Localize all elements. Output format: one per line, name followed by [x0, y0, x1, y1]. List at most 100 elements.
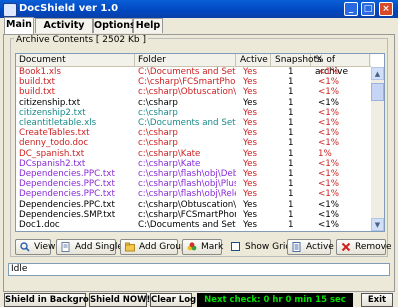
remove-button[interactable]: Remove: [336, 239, 392, 255]
cell-snapshots: 1: [288, 77, 294, 88]
scroll-up-icon[interactable]: ▲: [371, 67, 384, 80]
archive-list-header: Document Folder Active Snapshots% of archiv…: [16, 54, 371, 77]
table-row[interactable]: Dependencies.PPC.txt c:\csharp\flash\obj\…: [16, 189, 371, 199]
add-single-button[interactable]: Add Single: [56, 239, 123, 255]
table-row[interactable]: denny_todo.doc c:\csharp Yes 1 <1%: [16, 138, 371, 148]
cell-folder: c:\csharp: [138, 107, 178, 118]
cell-doc: Dependencies.SMP.txt: [19, 209, 116, 220]
cell-snapshots: 1: [288, 107, 294, 118]
column-header[interactable]: Active: [238, 54, 271, 66]
table-row[interactable]: Doc1.doc C:\Documents and Setti... Yes 1 <1%: [16, 220, 371, 230]
active-button[interactable]: Active: [287, 239, 334, 255]
show-grid-checkbox-box[interactable]: [231, 242, 240, 251]
cell-snapshots: 1: [288, 128, 294, 139]
cell-pct: <1%: [318, 209, 340, 220]
cell-pct: <1%: [318, 220, 340, 230]
add-single-icon: [61, 242, 70, 252]
view-button[interactable]: View: [15, 239, 55, 255]
table-row[interactable]: build.txt c:\csharp\Obtuscation\F... Yes 1 <…: [16, 87, 371, 97]
view-label: View: [34, 242, 56, 252]
cell-folder: c:\csharp: [138, 97, 178, 108]
scroll-down-icon[interactable]: ▼: [371, 218, 384, 231]
table-row[interactable]: citizenship2.txt c:\csharp Yes 1 <1%: [16, 108, 371, 118]
cell-folder: c:\csharp\flash\obj\Rele...: [138, 189, 236, 200]
table-row[interactable]: DC_spanish.txt c:\csharp\Kate Yes 1 1%: [16, 149, 371, 159]
tab-main[interactable]: Main: [4, 17, 34, 34]
cell-active: Yes: [243, 179, 258, 190]
remove-icon: [341, 242, 351, 252]
cell-snapshots: 1: [288, 118, 294, 128]
cell-doc: denny_todo.doc: [19, 138, 89, 149]
table-row[interactable]: DCspanish2.txt c:\csharp\Kate Yes 1 <1%: [16, 159, 371, 169]
cell-snapshots: 1: [288, 158, 294, 169]
cell-folder: c:\csharp\Obtuscation\F...: [138, 87, 236, 98]
column-header[interactable]: Folder: [136, 54, 236, 66]
cell-doc: DC_spanish.txt: [19, 148, 85, 159]
remove-label: Remove: [355, 242, 392, 252]
cell-pct: <1%: [318, 67, 340, 77]
cell-doc: build.txt: [19, 87, 56, 98]
close-icon[interactable]: ×: [379, 2, 393, 16]
tab-activity-log[interactable]: Activity Log: [35, 18, 93, 45]
clear-log-button[interactable]: Clear Log: [150, 293, 196, 307]
cell-pct: 1%: [318, 148, 332, 159]
table-row[interactable]: CreateTables.txt c:\csharp Yes 1 <1%: [16, 128, 371, 138]
cell-pct: <1%: [318, 189, 340, 200]
cell-active: Yes: [243, 118, 258, 128]
tab-options[interactable]: Options: [93, 18, 136, 33]
table-row[interactable]: Dependencies.PPC.txt c:\csharp\Obtuscatio…: [16, 200, 371, 210]
cell-snapshots: 1: [288, 220, 294, 230]
shield-now-button[interactable]: Shield NOW!!!: [89, 293, 158, 307]
cell-doc: Dependencies.PPC.txt: [19, 199, 115, 210]
cell-pct: <1%: [318, 87, 340, 98]
shield-in-background-button[interactable]: Shield in Background: [4, 293, 107, 307]
cell-doc: build.txt: [19, 77, 56, 88]
column-header[interactable]: % of archive: [313, 54, 370, 77]
cell-doc: Dependencies.PPC.txt: [19, 189, 115, 200]
cell-pct: <1%: [318, 128, 340, 139]
cell-folder: c:\csharp\flash\obj\Plus: [138, 179, 236, 190]
cell-active: Yes: [243, 77, 258, 88]
table-row[interactable]: Dependencies.PPC.txt c:\csharp\flash\obj\…: [16, 179, 371, 189]
app-icon: [3, 3, 17, 17]
table-row[interactable]: cleantitletable.xls C:\Documents and Sett…: [16, 118, 371, 128]
cell-pct: <1%: [318, 138, 340, 149]
cell-doc: Doc1.doc: [19, 220, 60, 230]
table-row[interactable]: citizenship.txt c:\csharp Yes 1 <1%: [16, 98, 371, 108]
table-row[interactable]: Dependencies.SMP.txt c:\csharp\FCSmartPho…: [16, 210, 371, 220]
window-title: DocShield ver 1.0: [19, 3, 119, 14]
minimize-icon[interactable]: _: [344, 2, 358, 16]
scroll-thumb[interactable]: [371, 83, 384, 101]
add-group-icon: [125, 242, 135, 252]
mark-button[interactable]: Mark: [182, 239, 223, 255]
tab-help[interactable]: Help: [133, 18, 163, 33]
add-group-button[interactable]: Add Group: [120, 239, 187, 255]
bottom-bar: Shield in Background Shield NOW!!! Clear…: [0, 292, 398, 307]
view-icon: [20, 242, 30, 252]
column-header[interactable]: Snapshots: [273, 54, 322, 66]
cell-active: Yes: [243, 148, 258, 159]
cell-folder: C:\csharp\FCSmartPhone: [138, 77, 236, 88]
show-grid-label: Show Grid: [245, 242, 292, 252]
vertical-scrollbar[interactable]: ▲ ▼: [371, 67, 384, 231]
title-bar: DocShield ver 1.0 _ □ ×: [0, 0, 398, 18]
cell-doc: Dependencies.PPC.txt: [19, 169, 115, 179]
cell-snapshots: 1: [288, 189, 294, 200]
active-icon: [292, 242, 301, 252]
column-header[interactable]: Document: [17, 54, 135, 66]
cell-active: Yes: [243, 138, 258, 149]
cell-snapshots: 1: [288, 97, 294, 108]
table-row[interactable]: Dependencies.PPC.txt c:\csharp\flash\obj\…: [16, 169, 371, 179]
table-row[interactable]: build.txt C:\csharp\FCSmartPhone Yes 1 <1%: [16, 77, 371, 87]
maximize-icon[interactable]: □: [361, 2, 375, 16]
archive-group-label: Archive Contents [ 2502 Kb ]: [14, 35, 149, 45]
archive-list[interactable]: Document Folder Active Snapshots% of archiv…: [15, 53, 385, 232]
cell-folder: C:\Documents and Setti...: [138, 118, 236, 128]
cell-snapshots: 1: [288, 87, 294, 98]
cell-active: Yes: [243, 87, 258, 98]
exit-button[interactable]: Exit: [361, 293, 393, 307]
table-row[interactable]: Book1.xls C:\Documents and Setti... Yes 1 <1…: [16, 67, 371, 77]
cell-active: Yes: [243, 107, 258, 118]
cell-active: Yes: [243, 67, 258, 77]
cell-doc: cleantitletable.xls: [19, 118, 97, 128]
